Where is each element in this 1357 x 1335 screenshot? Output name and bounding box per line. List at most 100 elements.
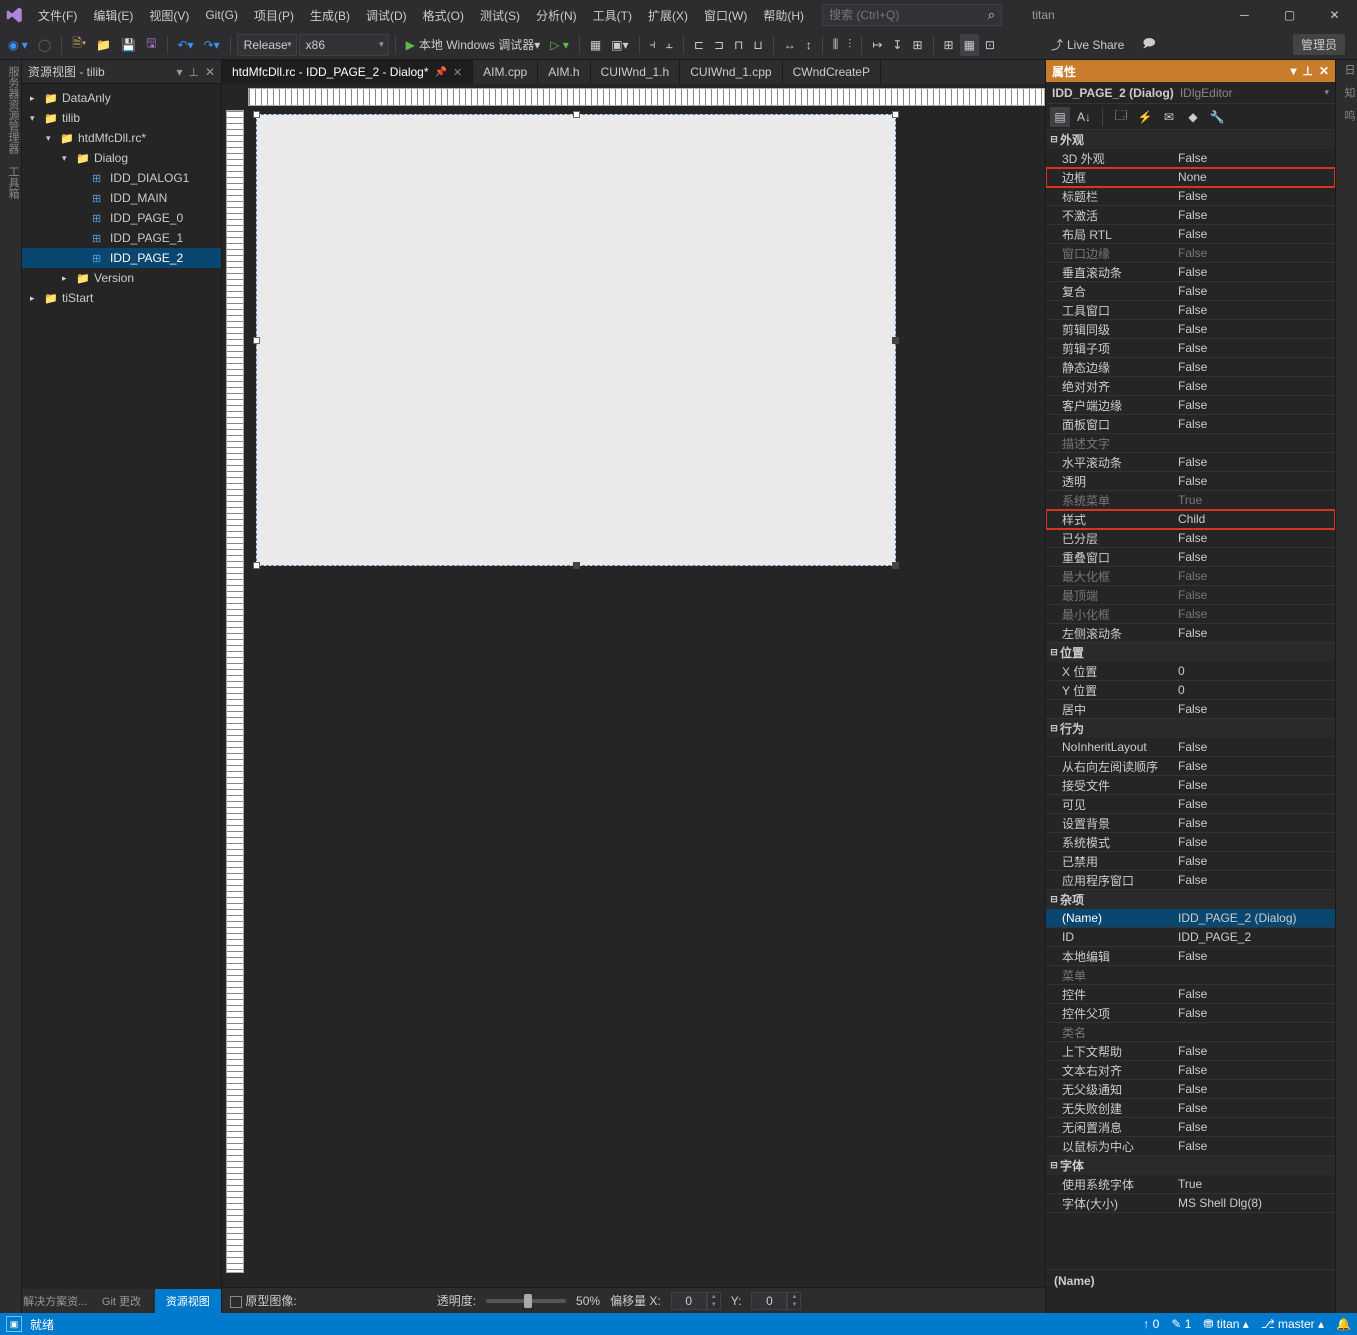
property-row[interactable]: 文本右对齐False [1046, 1061, 1335, 1080]
minimize-button[interactable]: ─ [1222, 0, 1267, 30]
property-row[interactable]: 工具窗口False [1046, 301, 1335, 320]
center-h[interactable]: ↔ [780, 34, 800, 56]
menu-item[interactable]: 调试(D) [358, 0, 415, 30]
offset-x-spinner[interactable]: ▲▼ [671, 1292, 721, 1310]
live-share-button[interactable]: ⤴Live Share [1051, 36, 1124, 53]
property-row[interactable]: 无失败创建False [1046, 1099, 1335, 1118]
property-row[interactable]: 最大化框False [1046, 567, 1335, 586]
grid-button[interactable]: ▦ [586, 34, 605, 56]
property-row[interactable]: 客户端边缘False [1046, 396, 1335, 415]
property-row[interactable]: Y 位置0 [1046, 681, 1335, 700]
property-row[interactable]: 以鼠标为中心False [1046, 1137, 1335, 1156]
left-panel-tab[interactable]: 资源视图 [155, 1289, 221, 1313]
property-row[interactable]: 系统菜单True [1046, 491, 1335, 510]
menu-item[interactable]: 格式(O) [415, 0, 472, 30]
menu-item[interactable]: 生成(B) [302, 0, 358, 30]
tree-item[interactable]: ▸📁DataAnly [22, 88, 221, 108]
property-row[interactable]: 布局 RTLFalse [1046, 225, 1335, 244]
align-left[interactable]: ⊏ [690, 34, 708, 56]
align-btn-1[interactable]: ⫞ [646, 34, 660, 56]
same-width[interactable]: ↦ [868, 34, 886, 56]
tree-item[interactable]: ▸📁tiStart [22, 288, 221, 308]
save-all-button[interactable]: 🖫 [142, 34, 160, 56]
align-top[interactable]: ⊓ [730, 34, 747, 56]
document-tab[interactable]: CUIWnd_1.h [591, 60, 681, 84]
dialog-designer[interactable]: 原型图像: 透明度: 50% 偏移量 X: ▲▼ Y: ▲▼ [222, 84, 1045, 1313]
menu-item[interactable]: 测试(S) [472, 0, 528, 30]
property-row[interactable]: 应用程序窗口False [1046, 871, 1335, 890]
property-category[interactable]: ⊟ 位置 [1046, 643, 1335, 662]
property-category[interactable]: ⊟ 字体 [1046, 1156, 1335, 1175]
property-row[interactable]: 已禁用False [1046, 852, 1335, 871]
search-input[interactable] [829, 8, 969, 22]
resize-handle-mr[interactable] [892, 337, 899, 344]
property-row[interactable]: 不激活False [1046, 206, 1335, 225]
property-row[interactable]: 控件父项False [1046, 1004, 1335, 1023]
start-debug-button[interactable]: ▶本地 Windows 调试器 ▾ [402, 34, 545, 56]
props-pin-icon[interactable]: ⊥ [1302, 64, 1312, 78]
tree-item[interactable]: ▾📁tilib [22, 108, 221, 128]
tree-item[interactable]: ⊞IDD_PAGE_2 [22, 248, 221, 268]
property-row[interactable]: 类名 [1046, 1023, 1335, 1042]
properties-object[interactable]: IDD_PAGE_2 (Dialog)IDlgEditor ▾ [1046, 82, 1335, 104]
design-canvas[interactable] [256, 114, 896, 566]
right-sidebar-rail[interactable]: 日 知 鸣 [1335, 60, 1357, 1313]
property-row[interactable]: 无闲置消息False [1046, 1118, 1335, 1137]
menu-item[interactable]: 扩展(X) [640, 0, 696, 30]
resize-handle-br[interactable] [892, 562, 899, 569]
document-tab[interactable]: CWndCreateP [783, 60, 881, 84]
props-close-icon[interactable]: ✕ [1319, 64, 1329, 78]
property-row[interactable]: 字体(大小)MS Shell Dlg(8) [1046, 1194, 1335, 1213]
toggle-ruler[interactable]: ⊡ [981, 34, 999, 56]
property-row[interactable]: 控件False [1046, 985, 1335, 1004]
property-category[interactable]: ⊟ 外观 [1046, 130, 1335, 149]
property-row[interactable]: 样式Child [1046, 510, 1335, 529]
left-panel-tab[interactable]: Git 更改 [88, 1289, 154, 1313]
property-row[interactable]: 剪辑子项False [1046, 339, 1335, 358]
property-row[interactable]: 可见False [1046, 795, 1335, 814]
dialog-test-button[interactable]: ▣▾ [607, 34, 632, 56]
tree-item[interactable]: ▾📁Dialog [22, 148, 221, 168]
properties-grid[interactable]: ⊟ 外观3D 外观False边框None标题栏False不激活False布局 R… [1046, 130, 1335, 1269]
save-button[interactable]: 💾 [117, 34, 140, 56]
property-row[interactable]: 使用系统字体True [1046, 1175, 1335, 1194]
menu-item[interactable]: 分析(N) [528, 0, 585, 30]
property-row[interactable]: 重叠窗口False [1046, 548, 1335, 567]
document-tab[interactable]: AIM.h [538, 60, 590, 84]
alphabetical-icon[interactable]: A↓ [1074, 107, 1094, 127]
menu-item[interactable]: 文件(F) [30, 0, 85, 30]
toggle-grid[interactable]: ⊞ [940, 34, 958, 56]
property-row[interactable]: IDIDD_PAGE_2 [1046, 928, 1335, 947]
new-project-button[interactable]: 🗎▾ [68, 34, 90, 56]
property-row[interactable]: 边框None [1046, 168, 1335, 187]
property-row[interactable]: 3D 外观False [1046, 149, 1335, 168]
panel-dropdown-icon[interactable]: ▾ [176, 65, 182, 79]
same-size[interactable]: ⊞ [908, 34, 926, 56]
document-tab[interactable]: CUIWnd_1.cpp [680, 60, 782, 84]
nav-fwd-button[interactable]: ◯ [34, 34, 55, 56]
categorized-icon[interactable]: ▤ [1050, 107, 1070, 127]
property-row[interactable]: 接受文件False [1046, 776, 1335, 795]
menu-item[interactable]: 编辑(E) [85, 0, 141, 30]
repo-name[interactable]: ⛃ titan ▴ [1203, 1317, 1248, 1331]
menu-item[interactable]: 帮助(H) [755, 0, 812, 30]
menu-item[interactable]: 窗口(W) [696, 0, 755, 30]
property-row[interactable]: 水平滚动条False [1046, 453, 1335, 472]
messages-icon[interactable]: ✉ [1159, 107, 1179, 127]
config-combo[interactable]: Release [237, 34, 297, 56]
orig-image-check[interactable]: 原型图像: [230, 1292, 297, 1309]
property-row[interactable]: 剪辑同级False [1046, 320, 1335, 339]
property-row[interactable]: 已分层False [1046, 529, 1335, 548]
property-row[interactable]: 无父级通知False [1046, 1080, 1335, 1099]
left-panel-tab[interactable]: 解决方案资... [22, 1289, 88, 1313]
property-row[interactable]: 从右向左阅读顺序False [1046, 757, 1335, 776]
props-icon[interactable]: 🗔 [1111, 107, 1131, 127]
menu-item[interactable]: Git(G) [197, 0, 246, 30]
menu-item[interactable]: 工具(T) [585, 0, 640, 30]
property-row[interactable]: 透明False [1046, 472, 1335, 491]
property-row[interactable]: 本地编辑False [1046, 947, 1335, 966]
property-row[interactable]: X 位置0 [1046, 662, 1335, 681]
property-row[interactable]: 最顶端False [1046, 586, 1335, 605]
branch-name[interactable]: ⎇ master ▴ [1261, 1317, 1324, 1331]
panel-close-icon[interactable]: ✕ [205, 65, 215, 79]
